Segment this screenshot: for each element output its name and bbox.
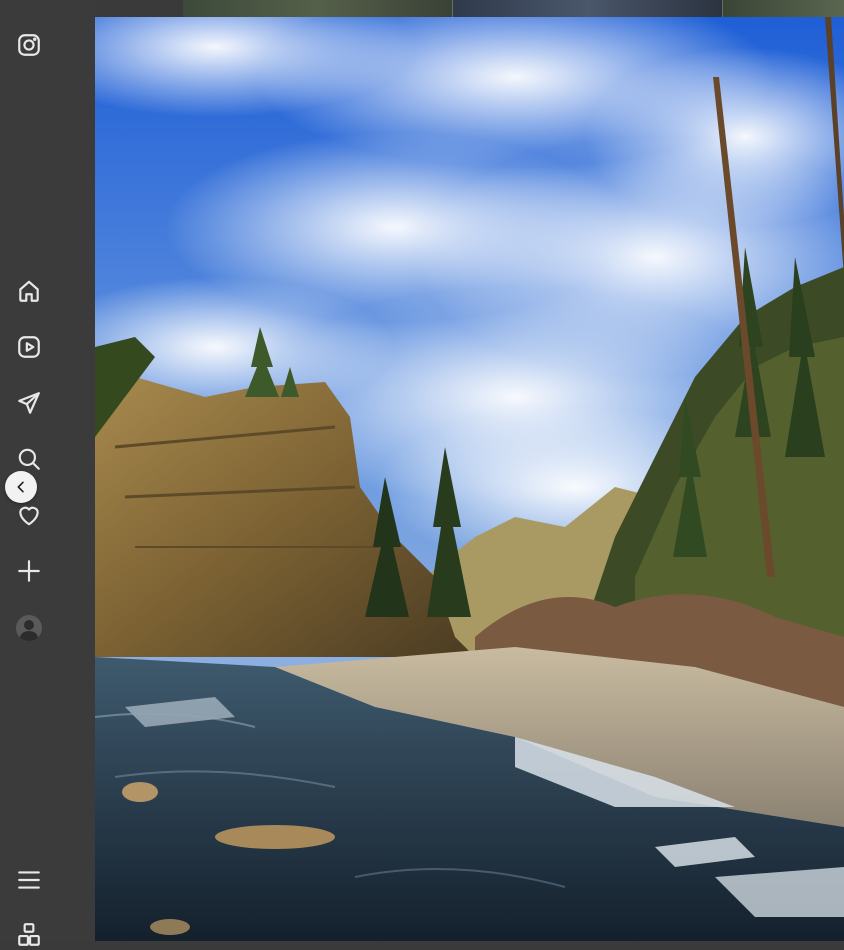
- thumbnail[interactable]: [723, 0, 844, 17]
- menu-icon[interactable]: [14, 865, 44, 895]
- thumbnail[interactable]: [452, 0, 724, 17]
- post-photo[interactable]: [95, 17, 844, 941]
- also-from-meta-icon[interactable]: [14, 920, 44, 950]
- previous-post-button[interactable]: [5, 471, 37, 503]
- profile-avatar-icon[interactable]: [16, 615, 42, 641]
- chevron-left-icon: [17, 481, 24, 493]
- reels-icon[interactable]: [14, 332, 44, 362]
- direct-messages-icon[interactable]: [14, 388, 44, 418]
- home-icon[interactable]: [14, 276, 44, 306]
- search-icon[interactable]: [14, 444, 44, 474]
- thumbnail-strip: [183, 0, 844, 17]
- sidebar-nav: [0, 0, 95, 946]
- thumbnail[interactable]: [183, 0, 453, 17]
- notifications-heart-icon[interactable]: [14, 500, 44, 530]
- landscape-photo: [95, 17, 844, 941]
- instagram-logo-icon[interactable]: [14, 30, 44, 60]
- create-plus-icon[interactable]: [14, 556, 44, 586]
